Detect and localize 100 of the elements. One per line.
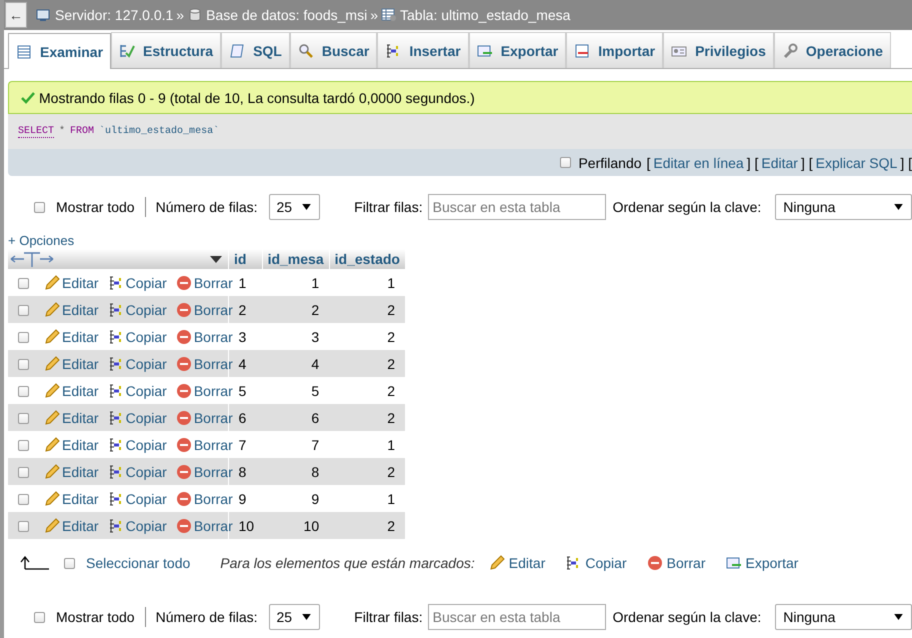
rows-select[interactable]: 25 — [268, 604, 320, 630]
delete-button[interactable]: Borrar — [176, 274, 233, 290]
edit-button[interactable]: Editar — [44, 436, 99, 452]
table-cell: 7 — [262, 431, 330, 458]
bracket: ] [ — [746, 154, 758, 170]
delete-button[interactable]: Borrar — [176, 328, 233, 344]
table-cell: 5 — [262, 377, 330, 404]
copy-button[interactable]: Copiar — [108, 356, 167, 372]
row-checkbox[interactable] — [18, 305, 28, 316]
tab[interactable]: Operacione — [774, 32, 891, 68]
copy-button[interactable]: Copiar — [108, 490, 167, 506]
bulk-action-button[interactable]: Exportar — [726, 555, 798, 571]
tab[interactable]: Insertar — [377, 32, 469, 68]
pencil-icon — [44, 410, 60, 426]
sort-select[interactable]: Ninguna — [775, 194, 912, 220]
export-icon — [476, 42, 493, 58]
row-checkbox[interactable] — [18, 278, 28, 290]
column-header[interactable]: id_mesa — [262, 249, 330, 269]
select-all-link[interactable]: Seleccionar todo — [86, 555, 190, 571]
filter-field[interactable]: Buscar en esta tabla — [428, 604, 606, 630]
table-cell: 4 — [262, 350, 330, 377]
edit-button[interactable]: Editar — [44, 410, 99, 426]
filter-field[interactable]: Buscar en esta tabla — [428, 194, 606, 220]
options-link[interactable]: + Opciones — [8, 233, 912, 249]
edit-button[interactable]: Editar — [44, 328, 99, 344]
delete-button[interactable]: Borrar — [176, 464, 233, 480]
query-link[interactable]: Editar en línea — [653, 154, 744, 170]
delete-button[interactable]: Borrar — [176, 356, 233, 372]
copy-button[interactable]: Copiar — [108, 274, 167, 290]
dropdown-caret-icon[interactable] — [210, 256, 222, 262]
rows-label: Número de filas: — [156, 199, 258, 215]
delete-button[interactable]: Borrar — [176, 490, 233, 506]
delete-button[interactable]: Borrar — [176, 410, 233, 426]
edit-button[interactable]: Editar — [44, 274, 99, 290]
tab[interactable]: Examinar — [8, 33, 112, 69]
edit-button[interactable]: Editar — [44, 490, 99, 506]
row-checkbox[interactable] — [18, 440, 28, 452]
database-icon — [187, 8, 204, 22]
edit-button[interactable]: Editar — [44, 356, 99, 372]
row-checkbox[interactable] — [18, 494, 28, 506]
pencil-icon — [44, 382, 60, 398]
row-checkbox[interactable] — [18, 359, 28, 370]
search-icon — [298, 42, 314, 58]
tab[interactable]: SQL — [221, 32, 290, 68]
bulk-action-button[interactable]: Editar — [488, 555, 546, 571]
delete-button[interactable]: Borrar — [176, 302, 233, 318]
tab[interactable]: Buscar — [290, 32, 378, 68]
sort-label: Ordenar según la clave: — [612, 609, 762, 625]
tab[interactable]: Privilegios — [663, 32, 774, 68]
breadcrumb-link[interactable]: Base de datos: foods_msi — [206, 7, 368, 23]
row-checkbox[interactable] — [18, 413, 28, 424]
show-all-label: Mostrar todo — [56, 199, 135, 215]
edit-button[interactable]: Editar — [44, 382, 99, 398]
tab[interactable]: Estructura — [111, 32, 222, 68]
table-cell: 2 — [329, 323, 405, 350]
query-link[interactable]: Editar — [761, 154, 798, 170]
filter-label: Filtrar filas: — [354, 609, 423, 625]
column-header[interactable]: id — [228, 249, 262, 269]
sort-label: Ordenar según la clave: — [612, 199, 762, 215]
bulk-action-button[interactable]: Copiar — [565, 555, 627, 571]
tab[interactable]: Exportar — [468, 32, 566, 68]
breadcrumb-separator: » — [370, 7, 378, 23]
show-all-checkbox[interactable] — [34, 202, 45, 212]
copy-button[interactable]: Copiar — [108, 302, 167, 318]
table-cell: 9 — [262, 485, 330, 512]
profiling-checkbox[interactable] — [560, 157, 572, 168]
row-checkbox[interactable] — [18, 386, 28, 398]
copy-button[interactable]: Copiar — [108, 328, 167, 344]
rows-select[interactable]: 25 — [268, 194, 320, 220]
edit-button[interactable]: Editar — [44, 464, 99, 480]
edit-button[interactable]: Editar — [44, 518, 99, 534]
sort-select[interactable]: Ninguna — [775, 604, 912, 630]
back-button[interactable]: ← — [5, 2, 27, 28]
row-checkbox[interactable] — [18, 332, 28, 344]
select-all-checkbox[interactable] — [64, 558, 75, 568]
delete-button[interactable]: Borrar — [176, 382, 233, 398]
sql-table-name: `ultimo_estado_mesa` — [99, 126, 220, 137]
edit-button[interactable]: Editar — [44, 302, 99, 318]
table-cell: 2 — [329, 350, 405, 377]
show-all-checkbox[interactable] — [34, 612, 45, 622]
tab[interactable]: Importar — [566, 32, 664, 68]
copy-button[interactable]: Copiar — [108, 518, 167, 534]
row-checkbox[interactable] — [18, 521, 28, 532]
copy-button[interactable]: Copiar — [108, 410, 167, 426]
breadcrumb-link[interactable]: Tabla: ultimo_estado_mesa — [400, 7, 570, 23]
copy-row-icon — [108, 490, 124, 506]
delete-icon — [646, 555, 663, 571]
copy-button[interactable]: Copiar — [108, 436, 167, 452]
breadcrumb-link[interactable]: Servidor: 127.0.0.1 — [55, 7, 174, 23]
row-checkbox[interactable] — [18, 467, 28, 478]
copy-row-icon — [108, 410, 124, 426]
delete-button[interactable]: Borrar — [176, 518, 233, 534]
bulk-action-button[interactable]: Borrar — [646, 555, 706, 571]
copy-button[interactable]: Copiar — [108, 464, 167, 480]
column-header[interactable]: id_estado — [329, 249, 405, 269]
query-link[interactable]: Explicar SQL — [816, 154, 898, 170]
copy-button[interactable]: Copiar — [108, 382, 167, 398]
delete-button[interactable]: Borrar — [176, 436, 233, 452]
delete-icon — [176, 490, 192, 506]
sql-keyword: FROM — [70, 126, 94, 137]
